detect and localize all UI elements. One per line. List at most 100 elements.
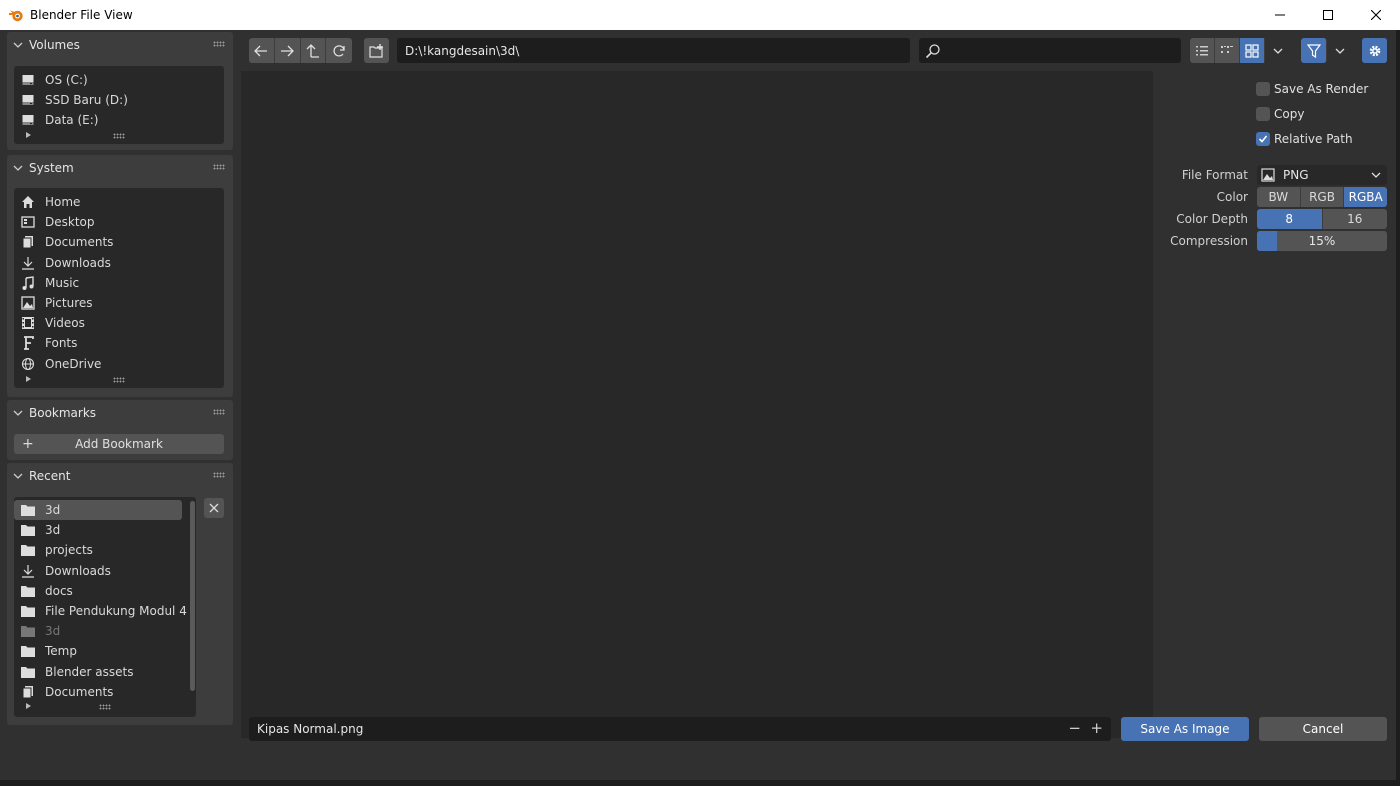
settings-group: [1362, 38, 1387, 63]
sidebar-item-onedrive[interactable]: OneDrive: [14, 354, 224, 374]
maximize-icon: [1323, 10, 1333, 20]
clear-recent-button[interactable]: [204, 498, 224, 518]
file-list-area[interactable]: [241, 71, 1153, 738]
maximize-button[interactable]: [1304, 0, 1352, 30]
save-as-image-button[interactable]: Save As Image: [1121, 717, 1249, 741]
volume-item-e[interactable]: Data (E:): [14, 110, 224, 130]
recent-item-label: Temp: [45, 644, 77, 659]
arrow-left-icon: [254, 45, 268, 56]
color-rgba-option[interactable]: RGBA: [1344, 187, 1387, 207]
display-list-vertical-button[interactable]: [1190, 38, 1216, 63]
chevron-down-icon: [1335, 48, 1345, 54]
recent-item[interactable]: Downloads: [14, 561, 182, 581]
save-as-render-checkbox[interactable]: Save As Render: [1256, 80, 1368, 98]
sidebar-item-pictures[interactable]: Pictures: [14, 293, 224, 313]
recent-item-label: projects: [45, 543, 93, 558]
list-resize-handle[interactable]: [14, 130, 224, 142]
minimize-button[interactable]: [1256, 0, 1304, 30]
copy-checkbox[interactable]: Copy: [1256, 105, 1304, 123]
checkbox-label: Copy: [1274, 107, 1305, 121]
checkbox-label: Relative Path: [1274, 132, 1353, 146]
recent-item[interactable]: Blender assets: [14, 662, 182, 682]
file-format-value: PNG: [1283, 168, 1309, 182]
drag-grip-icon[interactable]: [213, 409, 225, 415]
decrement-filename-button[interactable]: −: [1068, 719, 1081, 737]
add-bookmark-button[interactable]: + Add Bookmark: [14, 434, 224, 454]
display-thumbnails-button[interactable]: [1240, 38, 1266, 63]
forward-button[interactable]: [275, 38, 301, 63]
filename-field[interactable]: Kipas Normal.png − +: [249, 717, 1111, 741]
recent-item[interactable]: Documents: [14, 682, 182, 702]
recent-item[interactable]: 3d: [14, 621, 182, 641]
videos-icon: [21, 316, 35, 330]
refresh-button[interactable]: [326, 38, 352, 63]
arrow-right-icon: [281, 45, 295, 56]
recent-item[interactable]: projects: [14, 540, 182, 560]
recent-item-label: docs: [45, 583, 73, 598]
filter-settings-dropdown[interactable]: [1327, 38, 1353, 63]
recent-title: Recent: [29, 469, 71, 483]
system-panel-header[interactable]: System: [7, 155, 233, 181]
options-toggle-button[interactable]: [1362, 38, 1387, 63]
drag-grip-icon[interactable]: [213, 41, 225, 47]
color-depth-8-option[interactable]: 8: [1257, 209, 1323, 229]
recent-item-label: Blender assets: [45, 664, 134, 679]
cancel-button[interactable]: Cancel: [1259, 717, 1387, 741]
parent-directory-button[interactable]: [301, 38, 327, 63]
color-rgb-option[interactable]: RGB: [1300, 187, 1345, 207]
close-icon: [1371, 10, 1381, 20]
close-window-button[interactable]: [1352, 0, 1400, 30]
file-format-dropdown[interactable]: PNG: [1257, 165, 1387, 185]
new-folder-button[interactable]: [364, 38, 389, 63]
recent-item[interactable]: 3d: [14, 520, 182, 540]
list-resize-handle[interactable]: [14, 701, 196, 713]
chevron-down-icon: [13, 165, 23, 171]
color-depth-16-option[interactable]: 16: [1322, 209, 1387, 229]
sidebar-item-music[interactable]: Music: [14, 273, 224, 293]
list-resize-handle[interactable]: [14, 374, 224, 386]
drag-grip-icon[interactable]: [213, 164, 225, 170]
recent-item-label: 3d: [45, 503, 61, 518]
display-list-horizontal-button[interactable]: [1215, 38, 1241, 63]
recent-item-label: 3d: [45, 624, 61, 639]
sidebar-item-videos[interactable]: Videos: [14, 313, 224, 333]
relative-path-checkbox[interactable]: Relative Path: [1256, 130, 1353, 148]
display-settings-dropdown[interactable]: [1265, 38, 1290, 63]
folder-icon: [21, 644, 35, 658]
filter-toggle-button[interactable]: [1301, 38, 1327, 63]
directory-path-field[interactable]: D:\!kangdesain\3d\: [397, 38, 910, 63]
blender-logo-icon: [9, 10, 23, 22]
recent-item[interactable]: 3d: [14, 500, 182, 521]
recent-scrollbar[interactable]: [190, 501, 195, 691]
bookmarks-panel-header[interactable]: Bookmarks: [7, 400, 233, 426]
sidebar-item-home[interactable]: Home: [14, 192, 224, 212]
recent-item-label: File Pendukung Modul 4: [45, 604, 187, 619]
checkbox-box: [1256, 107, 1270, 121]
search-field[interactable]: [919, 38, 1181, 63]
sidebar-item-downloads[interactable]: Downloads: [14, 253, 224, 273]
back-button[interactable]: [249, 38, 275, 63]
recent-list: 3d 3d projects Downloads docs File Pendu…: [14, 497, 196, 717]
volume-item-d[interactable]: SSD Baru (D:): [14, 90, 224, 110]
color-label: Color: [1216, 190, 1248, 204]
recent-item[interactable]: File Pendukung Modul 4: [14, 601, 187, 621]
color-bw-option[interactable]: BW: [1257, 187, 1301, 207]
sidebar-item-fonts[interactable]: Fonts: [14, 333, 224, 353]
volumes-panel-header[interactable]: Volumes: [7, 32, 233, 58]
minimize-icon: [1275, 14, 1285, 16]
increment-filename-button[interactable]: +: [1090, 719, 1103, 737]
folder-icon: [21, 665, 35, 679]
recent-item[interactable]: docs: [14, 581, 182, 601]
refresh-icon: [333, 44, 345, 56]
home-icon: [21, 195, 35, 209]
sidebar-item-documents[interactable]: Documents: [14, 232, 224, 252]
sidebar-item-desktop[interactable]: Desktop: [14, 212, 224, 232]
recent-item[interactable]: Temp: [14, 641, 182, 661]
sidebar-item-label: Data (E:): [45, 113, 99, 128]
options-panel: Save As Render Copy Relative Path File F…: [1156, 71, 1396, 738]
recent-panel-header[interactable]: Recent: [7, 463, 233, 489]
volume-item-c[interactable]: OS (C:): [14, 70, 224, 90]
compression-slider[interactable]: 15%: [1257, 231, 1387, 251]
drag-grip-icon[interactable]: [213, 472, 225, 478]
checkbox-box: [1256, 82, 1270, 96]
